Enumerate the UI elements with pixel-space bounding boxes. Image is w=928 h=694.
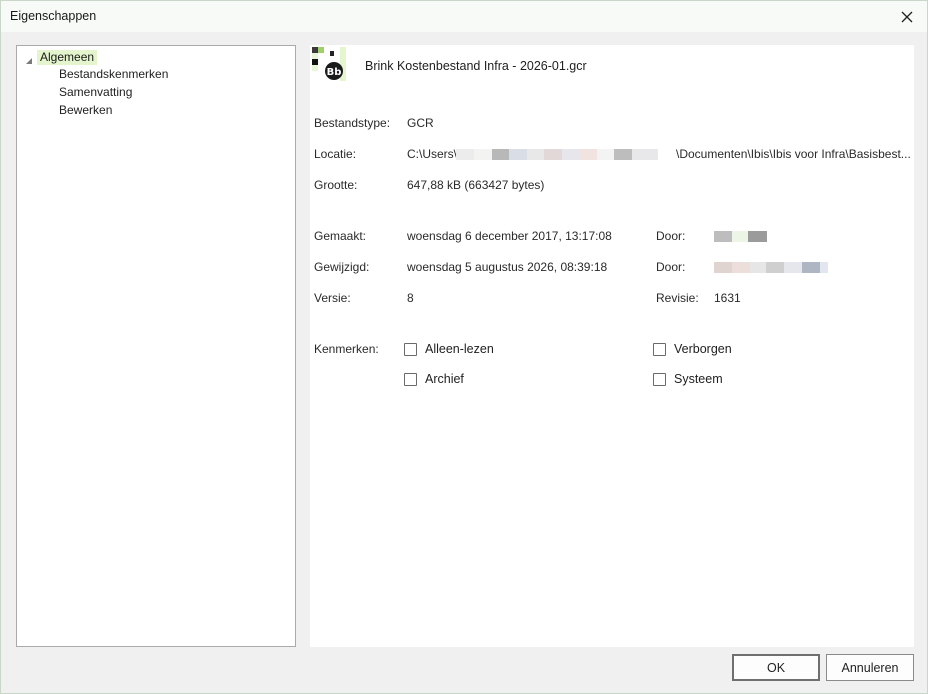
redacted-creator <box>714 231 767 242</box>
hidden-label[interactable]: Verborgen <box>674 342 732 356</box>
window-title: Eigenschappen <box>10 9 97 23</box>
file-type-label: Bestandstype: <box>314 116 391 130</box>
archive-checkbox[interactable]: Archief <box>404 371 464 387</box>
tree-item-label: Bestandskenmerken <box>59 67 169 81</box>
tree-item-algemeen[interactable]: Algemeen <box>17 48 287 65</box>
expand-arrow-icon[interactable] <box>25 57 33 65</box>
created-label: Gemaakt: <box>314 229 367 243</box>
bb-file-icon: Bb <box>312 47 346 81</box>
redacted-username <box>456 149 658 160</box>
tree-item-samenvatting[interactable]: Samenvatting <box>59 84 132 101</box>
revision-label: Revisie: <box>656 291 699 305</box>
cancel-button[interactable]: Annuleren <box>826 654 914 681</box>
properties-dialog: Eigenschappen Algemeen Bestandskenmerken… <box>0 0 928 694</box>
close-icon <box>901 11 913 22</box>
location-label: Locatie: <box>314 147 357 161</box>
modified-value: woensdag 5 augustus 2026, 08:39:18 <box>407 260 608 274</box>
attributes-label: Kenmerken: <box>314 342 379 356</box>
version-label: Versie: <box>314 291 351 305</box>
checkbox-box[interactable] <box>653 342 666 356</box>
tree-item-label: Bewerken <box>59 103 113 117</box>
file-name: Brink Kostenbestand Infra - 2026-01.gcr <box>365 59 587 73</box>
tree-item-label: Algemeen <box>37 50 98 65</box>
system-checkbox[interactable]: Systeem <box>653 371 723 387</box>
version-value: 8 <box>407 291 414 305</box>
revision-value: 1631 <box>714 291 741 305</box>
tree-item-bestandskenmerken[interactable]: Bestandskenmerken <box>59 66 168 83</box>
svg-text:Bb: Bb <box>327 67 342 78</box>
checkbox-box[interactable] <box>404 372 417 386</box>
modified-by-label: Door: <box>656 260 686 274</box>
created-value: woensdag 6 december 2017, 13:17:08 <box>407 229 612 243</box>
hidden-checkbox[interactable]: Verborgen <box>653 341 732 357</box>
checkbox-box[interactable] <box>653 372 666 386</box>
system-label[interactable]: Systeem <box>674 372 723 386</box>
size-value: 647,88 kB (663427 bytes) <box>407 178 545 192</box>
redacted-modifier <box>714 262 828 273</box>
category-tree[interactable]: Algemeen Bestandskenmerken Samenvatting … <box>16 45 296 647</box>
location-path: \Documenten\Ibis\Ibis voor Infra\Basisbe… <box>676 147 911 161</box>
size-label: Grootte: <box>314 178 358 192</box>
file-type-value: GCR <box>407 116 434 130</box>
close-button[interactable] <box>887 1 927 32</box>
created-by-label: Door: <box>656 229 686 243</box>
location-prefix: C:\Users\ <box>407 147 458 161</box>
checkbox-box[interactable] <box>404 342 417 356</box>
read-only-checkbox[interactable]: Alleen-lezen <box>404 341 494 357</box>
ok-button[interactable]: OK <box>732 654 820 681</box>
modified-label: Gewijzigd: <box>314 260 370 274</box>
read-only-label[interactable]: Alleen-lezen <box>425 342 494 356</box>
title-bar: Eigenschappen <box>1 1 927 32</box>
general-properties-panel: Bb Brink Kostenbestand Infra - 2026-01.g… <box>310 45 914 647</box>
archive-label[interactable]: Archief <box>425 372 464 386</box>
tree-item-bewerken[interactable]: Bewerken <box>59 102 112 119</box>
tree-item-label: Samenvatting <box>59 85 133 99</box>
